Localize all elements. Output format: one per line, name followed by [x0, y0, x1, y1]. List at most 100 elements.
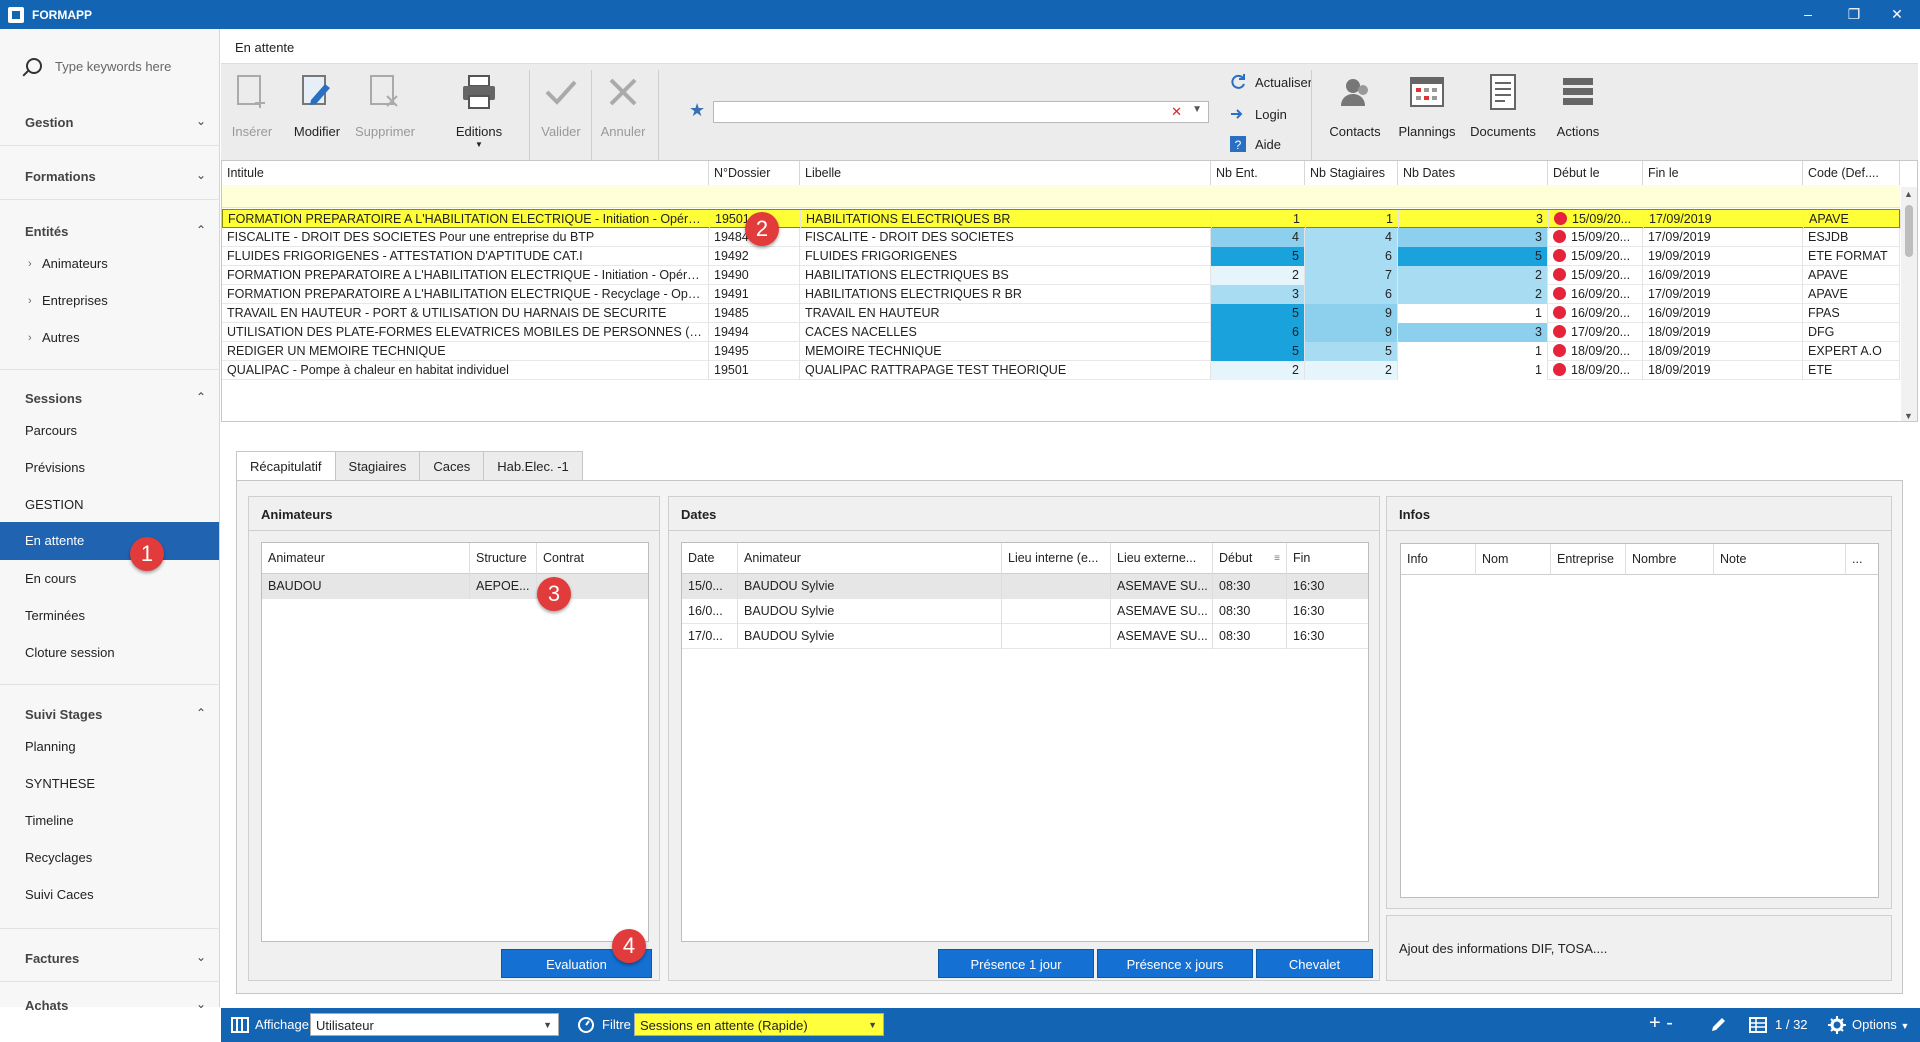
table-row[interactable]: REDIGER UN MEMOIRE TECHNIQUE 19495 MEMOIRE…	[222, 342, 1900, 361]
tab-recapitulatif[interactable]: Récapitulatif	[236, 451, 336, 482]
chevalet-button[interactable]: Chevalet	[1256, 949, 1373, 978]
column-chooser-button[interactable]: ...	[1846, 544, 1878, 575]
column-header-nom[interactable]: Nom	[1476, 544, 1551, 575]
cancel-button[interactable]: Annuler	[595, 64, 651, 161]
affichage-select[interactable]: Utilisateur ▼	[310, 1013, 559, 1036]
sidebar-search[interactable]: Type keywords here	[0, 51, 220, 81]
refresh-button[interactable]: Actualiser	[1229, 71, 1312, 93]
nav-group-sessions[interactable]: Sessions ⌃	[0, 386, 220, 412]
column-header-info[interactable]: Info	[1401, 544, 1476, 575]
table-row[interactable]: 17/0... BAUDOU Sylvie ASEMAVE SU... 08:30 16…	[682, 624, 1368, 649]
sidebar-item-cloture-session[interactable]: Cloture session	[0, 636, 219, 670]
column-header-entreprise[interactable]: Entreprise	[1551, 544, 1626, 575]
login-button[interactable]: Login	[1229, 103, 1287, 125]
sidebar-item-en-cours[interactable]: En cours	[0, 562, 219, 596]
nav-group-entites[interactable]: Entités ⌃	[0, 219, 220, 245]
tab-caces[interactable]: Caces	[419, 451, 485, 481]
sidebar-item-en-attente[interactable]: En attente	[0, 522, 219, 560]
column-header-nombre[interactable]: Nombre	[1626, 544, 1714, 575]
sidebar-item-animateurs[interactable]: › Animateurs	[0, 247, 219, 281]
favorite-star-icon[interactable]: ★	[689, 100, 705, 121]
toolbar-search-input[interactable]: ✕ ▼	[713, 101, 1209, 123]
scrollbar-thumb[interactable]	[1905, 205, 1913, 257]
filter-gauge-icon[interactable]	[577, 1016, 595, 1034]
column-header-note[interactable]: Note	[1714, 544, 1846, 575]
columns-icon[interactable]	[231, 1016, 249, 1034]
sidebar-item-recyclages[interactable]: Recyclages	[0, 841, 219, 875]
column-header-code[interactable]: Code (Def....	[1803, 161, 1900, 185]
column-header-date[interactable]: Date	[682, 543, 738, 574]
table-row[interactable]: FLUIDES FRIGORIGENES - ATTESTATION D'APT…	[222, 247, 1900, 266]
sidebar-item-planning[interactable]: Planning	[0, 730, 219, 764]
table-row[interactable]: FORMATION PREPARATOIRE A L'HABILITATION …	[222, 266, 1900, 285]
table-row[interactable]: FORMATION PREPARATOIRE A L'HABILITATION …	[222, 209, 1901, 229]
filter-row[interactable]	[222, 185, 1900, 208]
close-button[interactable]: ✕	[1874, 0, 1920, 29]
column-header-animateur[interactable]: Animateur	[262, 543, 470, 574]
sidebar-item-previsions[interactable]: Prévisions	[0, 451, 219, 485]
column-header-debut[interactable]: Début le	[1548, 161, 1643, 185]
column-header-nb-stagiaires[interactable]: Nb Stagiaires	[1305, 161, 1398, 185]
column-header-contrat[interactable]: Contrat	[537, 543, 648, 574]
search-placeholder[interactable]: Type keywords here	[55, 59, 171, 74]
table-row[interactable]: TRAVAIL EN HAUTEUR - PORT & UTILISATION …	[222, 304, 1900, 323]
tab-hab-elec[interactable]: Hab.Elec. -1	[483, 451, 583, 481]
edit-button[interactable]: Modifier	[287, 64, 347, 161]
column-header-animateur[interactable]: Animateur	[738, 543, 1002, 574]
options-button[interactable]: Options ▼	[1852, 1017, 1909, 1032]
column-header-lieu-externe[interactable]: Lieu externe...	[1111, 543, 1213, 574]
column-header-nb-dates[interactable]: Nb Dates	[1398, 161, 1548, 185]
pencil-icon[interactable]	[1709, 1016, 1727, 1034]
add-remove-icon[interactable]: + -	[1649, 1012, 1673, 1035]
sidebar-item-timeline[interactable]: Timeline	[0, 804, 219, 838]
column-header-libelle[interactable]: Libelle	[800, 161, 1211, 185]
column-header-fin[interactable]: Fin le	[1643, 161, 1803, 185]
help-button[interactable]: ? Aide	[1229, 133, 1281, 155]
table-row[interactable]: UTILISATION DES PLATE-FORMES ELEVATRICES…	[222, 323, 1900, 342]
table-row[interactable]: BAUDOU AEPOE...	[262, 574, 648, 599]
nav-group-formations[interactable]: Formations ⌄	[0, 164, 220, 190]
nav-group-gestion[interactable]: Gestion ⌄	[0, 110, 220, 136]
nav-group-factures[interactable]: Factures ⌄	[0, 946, 220, 972]
gear-icon[interactable]	[1828, 1016, 1846, 1034]
editions-button[interactable]: Editions ▼	[431, 64, 527, 161]
nav-group-suivi-stages[interactable]: Suivi Stages ⌃	[0, 702, 220, 728]
plannings-button[interactable]: Plannings	[1393, 64, 1461, 161]
chevron-down-icon[interactable]: ▼	[1192, 104, 1202, 115]
tab-stagiaires[interactable]: Stagiaires	[334, 451, 421, 481]
documents-button[interactable]: Documents	[1466, 64, 1540, 161]
table-row[interactable]: FORMATION PREPARATOIRE A L'HABILITATION …	[222, 285, 1900, 304]
table-row[interactable]: 16/0... BAUDOU Sylvie ASEMAVE SU... 08:30 16…	[682, 599, 1368, 624]
column-header-dossier[interactable]: N°Dossier	[709, 161, 800, 185]
delete-button[interactable]: Supprimer	[351, 64, 419, 161]
contacts-button[interactable]: Contacts	[1325, 64, 1385, 161]
column-header-structure[interactable]: Structure	[470, 543, 537, 574]
scroll-down-icon[interactable]: ▼	[1904, 411, 1913, 421]
sidebar-item-synthese[interactable]: SYNTHESE	[0, 767, 219, 801]
column-header-fin[interactable]: Fin	[1287, 543, 1368, 574]
sidebar-item-suivi-caces[interactable]: Suivi Caces	[0, 878, 219, 912]
table-row[interactable]: 15/0... BAUDOU Sylvie ASEMAVE SU... 08:30 16…	[682, 574, 1368, 599]
table-row[interactable]: FISCALITE - DROIT DES SOCIETES Pour une …	[222, 228, 1900, 247]
column-header-debut[interactable]: Début ≡	[1213, 543, 1287, 574]
column-header-lieu-interne[interactable]: Lieu interne (e...	[1002, 543, 1111, 574]
sidebar-item-entreprises[interactable]: › Entreprises	[0, 284, 219, 318]
sidebar-item-autres[interactable]: › Autres	[0, 321, 219, 355]
table-row[interactable]: QUALIPAC - Pompe à chaleur en habitat in…	[222, 361, 1900, 380]
presence-1-jour-button[interactable]: Présence 1 jour	[938, 949, 1094, 978]
validate-button[interactable]: Valider	[534, 64, 588, 161]
sidebar-item-parcours[interactable]: Parcours	[0, 414, 219, 448]
filtre-select[interactable]: Sessions en attente (Rapide) ▼	[634, 1013, 884, 1036]
presence-x-jours-button[interactable]: Présence x jours	[1097, 949, 1253, 978]
column-header-nb-ent[interactable]: Nb Ent.	[1211, 161, 1305, 185]
minimize-button[interactable]: –	[1785, 0, 1831, 29]
restore-button[interactable]: ❐	[1831, 0, 1877, 29]
scroll-up-icon[interactable]: ▲	[1904, 189, 1913, 199]
vertical-scrollbar[interactable]: ▲ ▼	[1901, 187, 1917, 421]
nav-group-achats[interactable]: Achats ⌄	[0, 993, 220, 1019]
sidebar-item-gestion[interactable]: GESTION	[0, 488, 219, 522]
column-header-intitule[interactable]: Intitule	[222, 161, 709, 185]
clear-icon[interactable]: ✕	[1171, 104, 1182, 120]
sidebar-item-terminees[interactable]: Terminées	[0, 599, 219, 633]
insert-button[interactable]: Insérer	[226, 64, 278, 161]
